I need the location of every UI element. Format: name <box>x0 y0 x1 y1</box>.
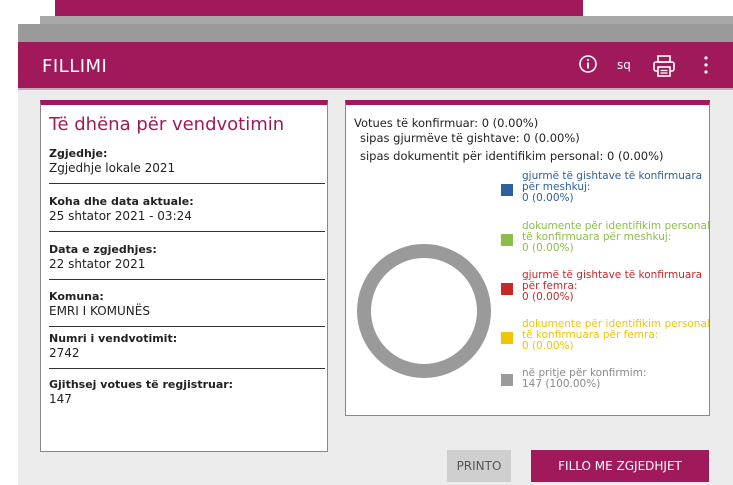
print-button[interactable]: PRINTO <box>447 450 511 482</box>
info-icon[interactable] <box>578 54 598 74</box>
legend-swatch <box>501 332 513 344</box>
field-label: Komuna: <box>49 290 104 303</box>
field-label: Gjithsej votues të regjistruar: <box>49 378 234 391</box>
legend-label: dokumente për identifikim personal të ko… <box>522 318 710 352</box>
field-label: Data e zgjedhjes: <box>49 243 157 256</box>
field-municipality: Komuna: EMRI I KOMUNËS <box>49 290 325 327</box>
polling-station-info-card: Të dhëna për vendvotimin Zgjedhje: Zgjed… <box>40 100 328 452</box>
field-label: Koha dhe data aktuale: <box>49 195 194 208</box>
more-vert-icon[interactable] <box>700 54 712 76</box>
field-value: Zgjedhje lokale 2021 <box>49 161 176 175</box>
field-value: 22 shtator 2021 <box>49 257 146 271</box>
legend-swatch <box>501 374 513 386</box>
legend-swatch <box>501 184 513 196</box>
fingerprint-stat: sipas gjurmëve të gishtave: 0 (0.00%) <box>360 131 580 145</box>
legend-label: në pritje për konfirmim: 147 (100.00%) <box>522 367 647 390</box>
field-election: Zgjedhje: Zgjedhje lokale 2021 <box>49 147 325 184</box>
field-label: Zgjedhje: <box>49 147 108 160</box>
field-election-date: Data e zgjedhjes: 22 shtator 2021 <box>49 243 325 280</box>
field-value: 25 shtator 2021 - 03:24 <box>49 209 192 223</box>
background-strip <box>40 16 733 24</box>
info-card-title: Të dhëna për vendvotimin <box>49 114 285 135</box>
field-label: Numri i vendvotimit: <box>49 332 178 345</box>
legend-label: dokumente për identifikim personal të ko… <box>522 220 710 254</box>
printer-icon[interactable] <box>651 54 677 78</box>
donut-slice-pending <box>357 244 491 378</box>
start-election-button[interactable]: FILLO ME ZGJEDHJET <box>531 450 709 482</box>
language-selector[interactable]: sq <box>617 58 631 72</box>
confirmed-voters-stat: Votues të konfirmuar: 0 (0.00%) <box>354 116 539 130</box>
field-polling-station-number: Numri i vendvotimit: 2742 <box>49 332 325 369</box>
legend-swatch <box>501 283 513 295</box>
background-gray-bar <box>18 24 733 42</box>
field-value: 147 <box>49 392 72 406</box>
main-window: FILLIMI sq Të dhëna për vendvotimin Zgje… <box>18 42 733 485</box>
field-value: EMRI I KOMUNËS <box>49 304 150 318</box>
field-current-datetime: Koha dhe data aktuale: 25 shtator 2021 -… <box>49 195 325 232</box>
app-header: FILLIMI sq <box>18 42 733 90</box>
field-value: 2742 <box>49 346 80 360</box>
legend-label: gjurmë të gishtave të konfirmuara për me… <box>522 170 703 204</box>
field-registered-voters: Gjithsej votues të regjistruar: 147 <box>49 378 325 414</box>
document-stat: sipas dokumentit për identifikim persona… <box>360 149 664 163</box>
confirmation-donut-chart <box>357 244 491 378</box>
legend-label: gjurmë të gishtave të konfirmuara për fe… <box>522 269 703 303</box>
voter-confirmation-card: Votues të konfirmuar: 0 (0.00%) sipas gj… <box>345 100 710 416</box>
page-title: FILLIMI <box>42 56 108 77</box>
legend-swatch <box>501 234 513 246</box>
